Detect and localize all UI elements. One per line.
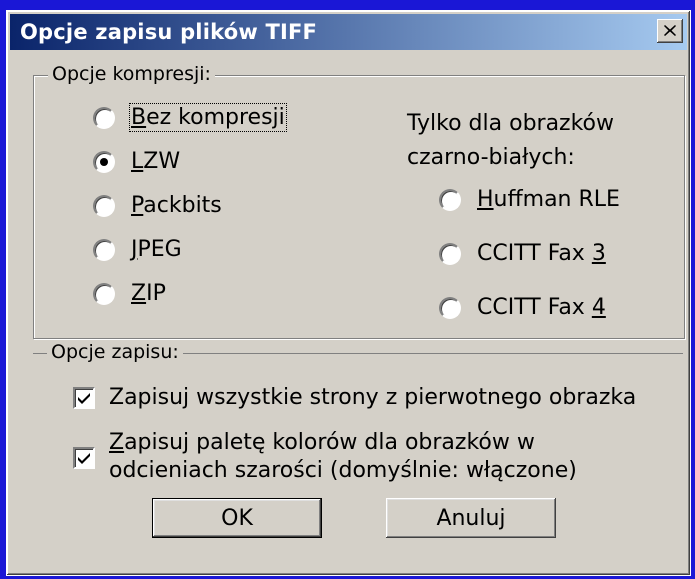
bw-compression-label-accel-1: 3	[591, 241, 606, 266]
compression-radio-label-0: Bez kompresji	[129, 103, 287, 132]
compression-label-post-2: ackbits	[143, 193, 222, 218]
save-palette-line2: odcieniach szarości (domyślnie: włączone…	[109, 458, 577, 483]
compression-label-accel-4: Z	[131, 281, 147, 306]
ok-button-label: OK	[221, 505, 253, 531]
close-button[interactable]	[657, 19, 683, 43]
bw-compression-label-accel-0: H	[477, 187, 494, 212]
close-icon	[664, 25, 676, 36]
ok-button[interactable]: OK	[152, 498, 322, 538]
save-options-legend: Opcje zapisu:	[47, 341, 183, 363]
cancel-button-label: Anuluj	[436, 505, 506, 531]
bw-compression-label-post-0: uffman RLE	[493, 187, 620, 212]
check-icon	[78, 392, 90, 404]
bw-compression-label-pre-1: CCITT Fax	[477, 241, 592, 266]
compression-label-post-3: PEG	[137, 237, 182, 262]
bw-compression-radio-1[interactable]	[439, 242, 461, 265]
cancel-button[interactable]: Anuluj	[386, 498, 556, 538]
bw-compression-label-pre-2: CCITT Fax	[477, 295, 592, 320]
bw-compression-radio-2[interactable]	[439, 296, 461, 319]
compression-label-accel-1: L	[131, 149, 144, 174]
check-icon	[78, 453, 90, 464]
bw-note-line1: Tylko dla obrazków	[407, 111, 615, 136]
compression-radio-3[interactable]	[93, 238, 115, 261]
tiff-save-options-dialog: Opcje zapisu plików TIFF Opcje kompresji…	[6, 10, 691, 576]
save-palette-line1: apisuj paletę kolorów dla obrazków w	[124, 430, 535, 455]
save-palette-label: Zapisuj paletę kolorów dla obrazków w od…	[109, 429, 577, 485]
bw-compression-radio-label-0: Huffman RLE	[477, 187, 620, 212]
compression-radio-0[interactable]	[93, 106, 115, 129]
compression-label-post-4: IP	[146, 281, 166, 306]
bw-compression-radio-label-2: CCITT Fax 4	[477, 295, 606, 320]
save-palette-checkbox[interactable]	[73, 447, 95, 469]
compression-radio-4[interactable]	[93, 282, 115, 305]
save-palette-checkbox-row[interactable]: Zapisuj paletę kolorów dla obrazków w od…	[73, 429, 577, 485]
compression-options-legend: Opcje kompresji:	[48, 63, 215, 85]
save-all-pages-checkbox-row[interactable]: Zapisuj wszystkie strony z pierwotnego o…	[73, 385, 636, 410]
compression-radio-row-2[interactable]: Packbits	[93, 193, 222, 218]
compression-label-post-1: ZW	[143, 149, 181, 174]
bw-compression-label-accel-2: 4	[591, 295, 606, 320]
compression-radio-1[interactable]	[93, 150, 115, 173]
bw-compression-radio-row-1[interactable]: CCITT Fax 3	[439, 241, 606, 266]
compression-radio-row-1[interactable]: LZW	[93, 149, 180, 174]
compression-radio-2[interactable]	[93, 194, 115, 217]
bw-compression-radio-0[interactable]	[439, 188, 461, 211]
bw-note-line2: czarno-białych:	[407, 145, 575, 170]
title-bar[interactable]: Opcje zapisu plików TIFF	[10, 14, 687, 50]
compression-radio-row-0[interactable]: Bez kompresji	[93, 103, 287, 132]
bw-only-note: Tylko dla obrazków czarno-białych:	[407, 107, 667, 175]
save-all-pages-checkbox[interactable]	[73, 386, 95, 409]
compression-radio-row-3[interactable]: JPEG	[93, 237, 182, 262]
bw-compression-radio-row-0[interactable]: Huffman RLE	[439, 187, 620, 212]
compression-radio-label-2: Packbits	[131, 193, 222, 218]
compression-radio-row-4[interactable]: ZIP	[93, 281, 166, 306]
dialog-title: Opcje zapisu plików TIFF	[20, 20, 318, 44]
compression-label-accel-2: P	[131, 193, 144, 218]
compression-label-post-0: ez kompresji	[146, 105, 285, 130]
compression-radio-label-4: ZIP	[131, 281, 166, 306]
bw-compression-radio-row-2[interactable]: CCITT Fax 4	[439, 295, 606, 320]
compression-radio-label-3: JPEG	[131, 237, 182, 262]
bw-compression-radio-label-1: CCITT Fax 3	[477, 241, 606, 266]
save-all-pages-label: Zapisuj wszystkie strony z pierwotnego o…	[109, 385, 637, 410]
save-palette-accel: Z	[109, 430, 125, 455]
compression-label-accel-0: B	[131, 105, 147, 130]
compression-radio-label-1: LZW	[131, 149, 180, 174]
